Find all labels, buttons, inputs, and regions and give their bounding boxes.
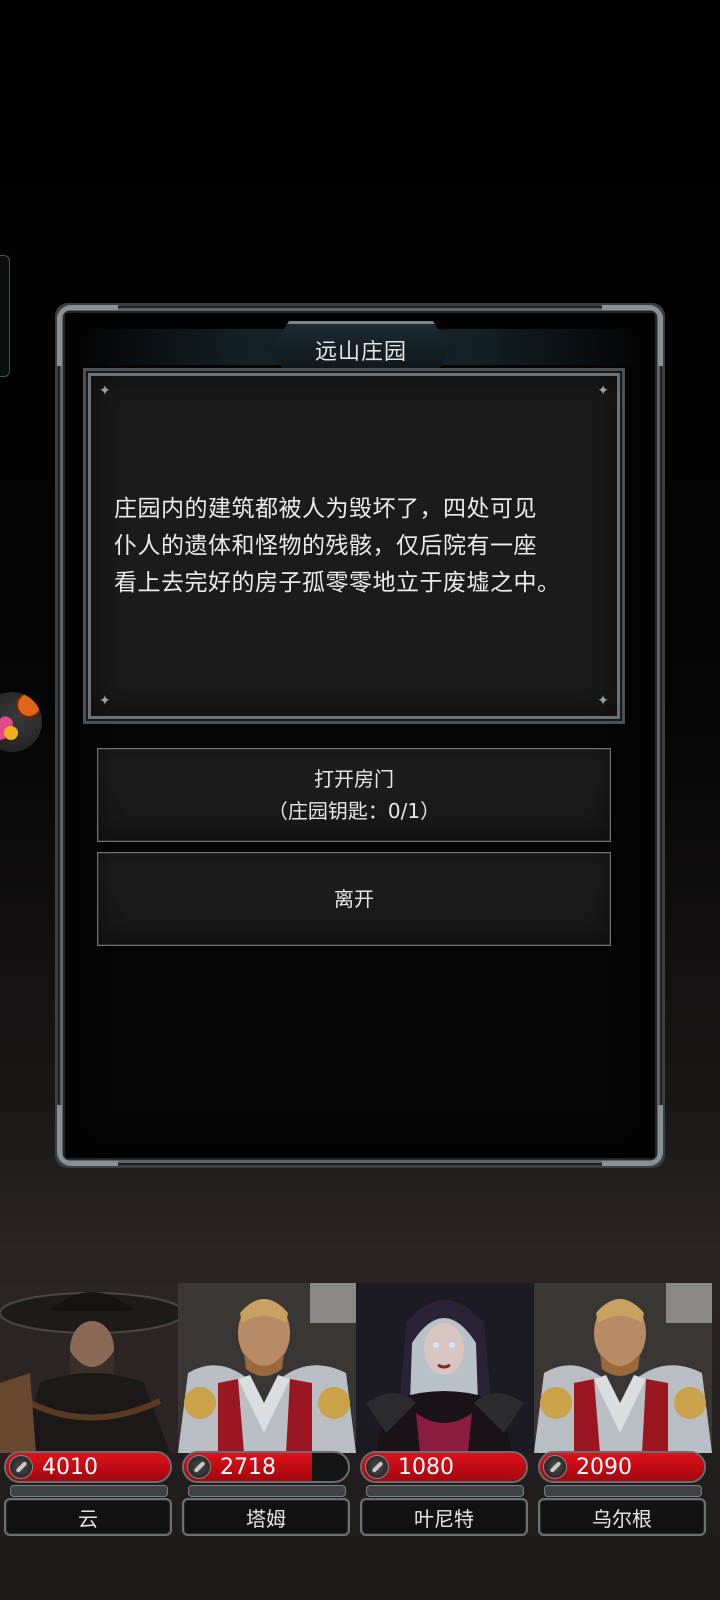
energy-bar xyxy=(188,1485,346,1497)
hp-bar: 1080 xyxy=(360,1451,528,1483)
hero-card[interactable]: 1080 叶尼特 xyxy=(356,1283,536,1536)
sparkle-icon: ✦ xyxy=(597,383,609,399)
side-tab[interactable] xyxy=(0,255,10,377)
hero-portrait xyxy=(534,1283,712,1453)
energy-bar xyxy=(10,1485,168,1497)
event-dialog: 远山庄园 ✦ ✦ ✦ ✦ 庄园内的建筑都被人为毁坏了，四处可见 仆人的遗体和怪物… xyxy=(57,305,663,1166)
option-label: 离开 xyxy=(334,887,374,911)
description-line: 庄园内的建筑都被人为毁坏了，四处可见 xyxy=(114,495,537,522)
sparkle-icon: ✦ xyxy=(597,693,609,709)
floating-assistant-icon[interactable] xyxy=(0,692,42,752)
hero-card[interactable]: 2718 塔姆 xyxy=(178,1283,358,1536)
leave-button[interactable]: 离开 xyxy=(97,852,611,946)
energy-bar xyxy=(544,1485,702,1497)
hero-card[interactable]: 2090 乌尔根 xyxy=(534,1283,714,1536)
hp-value: 1080 xyxy=(398,1455,454,1480)
sword-icon xyxy=(187,1455,211,1479)
option-label: 打开房门 xyxy=(314,767,394,791)
sword-icon xyxy=(543,1455,567,1479)
hp-value: 2090 xyxy=(576,1455,632,1480)
hp-value: 4010 xyxy=(42,1455,98,1480)
sword-icon xyxy=(365,1455,389,1479)
hero-name: 云 xyxy=(4,1498,172,1536)
hero-portrait xyxy=(356,1283,534,1453)
sword-icon xyxy=(9,1455,33,1479)
sparkle-icon: ✦ xyxy=(99,693,111,709)
description-text: 庄园内的建筑都被人为毁坏了，四处可见 仆人的遗体和怪物的残骸，仅后院有一座 看上… xyxy=(114,491,594,602)
option-requirement: （庄园钥匙：0/1） xyxy=(267,799,441,823)
hp-bar: 2090 xyxy=(538,1451,706,1483)
hp-value: 2718 xyxy=(220,1455,276,1480)
party-bar: 4010 云 2718 塔姆 1080 叶尼特 2090 乌尔根 xyxy=(0,1283,720,1536)
hero-card[interactable]: 4010 云 xyxy=(0,1283,180,1536)
dialog-title: 远山庄园 xyxy=(314,340,407,365)
hero-portrait xyxy=(0,1283,178,1453)
hp-bar: 4010 xyxy=(4,1451,172,1483)
hero-name: 塔姆 xyxy=(182,1498,350,1536)
dialog-title-plate: 远山庄园 xyxy=(271,321,451,379)
hero-name: 叶尼特 xyxy=(360,1498,528,1536)
open-door-button[interactable]: 打开房门 （庄园钥匙：0/1） xyxy=(97,748,611,842)
game-screen: 远山庄园 ✦ ✦ ✦ ✦ 庄园内的建筑都被人为毁坏了，四处可见 仆人的遗体和怪物… xyxy=(0,0,720,1600)
hero-name: 乌尔根 xyxy=(538,1498,706,1536)
description-line: 看上去完好的房子孤零零地立于废墟之中。 xyxy=(114,569,561,596)
energy-bar xyxy=(366,1485,524,1497)
description-panel: ✦ ✦ ✦ ✦ 庄园内的建筑都被人为毁坏了，四处可见 仆人的遗体和怪物的残骸，仅… xyxy=(88,373,620,719)
hero-portrait xyxy=(178,1283,356,1453)
description-line: 仆人的遗体和怪物的残骸，仅后院有一座 xyxy=(114,532,537,559)
sparkle-icon: ✦ xyxy=(99,383,111,399)
hp-bar: 2718 xyxy=(182,1451,350,1483)
